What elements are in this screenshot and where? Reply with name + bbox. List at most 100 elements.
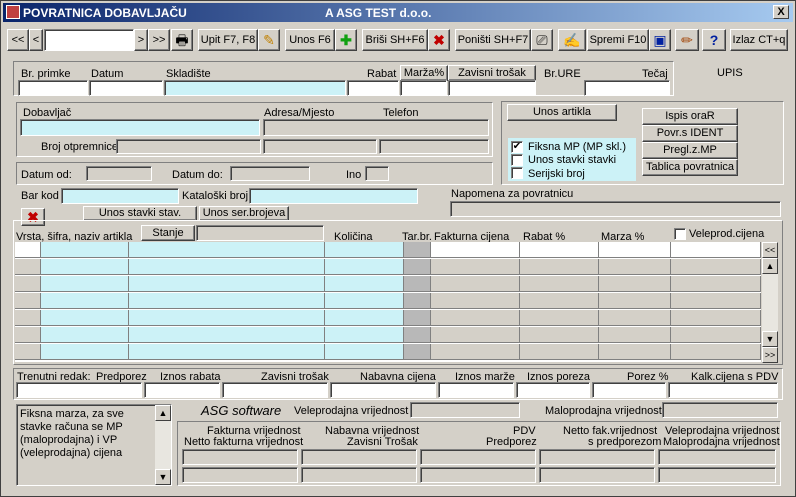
grid-header-veleprod: Veleprod.cijena bbox=[689, 228, 765, 240]
save-icon[interactable]: ▣ bbox=[649, 29, 671, 51]
ino-field[interactable] bbox=[365, 166, 389, 181]
window-title: POVRATNICA DOBAVLJAČU bbox=[23, 6, 187, 20]
unos-button[interactable]: Unos F6 bbox=[285, 29, 335, 51]
telefon-label: Telefon bbox=[383, 107, 419, 119]
datum-do-label: Datum do: bbox=[172, 169, 223, 181]
table-row[interactable] bbox=[15, 293, 761, 310]
dobavljac-label: Dobavljač bbox=[23, 107, 72, 119]
note-scroll-down[interactable]: ▼ bbox=[155, 469, 171, 485]
table-row[interactable] bbox=[15, 327, 761, 344]
upit-button[interactable]: Upit F7, F8 bbox=[198, 29, 258, 51]
datum-label: Datum bbox=[91, 68, 124, 80]
brisi-button[interactable]: Briši SH+F6 bbox=[362, 29, 428, 51]
broj-otpremnice-field[interactable] bbox=[116, 139, 261, 154]
table-row[interactable] bbox=[15, 276, 761, 293]
dobavljac-field[interactable] bbox=[20, 119, 260, 136]
trenutni-field bbox=[16, 382, 142, 398]
br-ure-label: Br.URE bbox=[544, 68, 581, 80]
first-record-button[interactable]: << bbox=[7, 29, 29, 51]
close-button[interactable]: X bbox=[773, 5, 789, 19]
ispis-oraR-button[interactable]: Ispis oraR bbox=[642, 108, 738, 125]
adresa-field bbox=[263, 119, 489, 136]
povr-ident-button[interactable]: Povr.s IDENT bbox=[642, 125, 738, 142]
items-grid bbox=[15, 242, 761, 362]
scroll-top-button[interactable]: << bbox=[762, 242, 778, 258]
fiksna-mp-checkbox[interactable]: ✔ bbox=[511, 141, 523, 153]
edit-icon[interactable]: ✍ bbox=[558, 29, 586, 51]
tablica-button[interactable]: Tablica povratnica bbox=[642, 159, 738, 176]
table-row[interactable] bbox=[15, 310, 761, 327]
rabat-field[interactable] bbox=[347, 80, 399, 96]
query-icon[interactable]: ✎ bbox=[258, 29, 280, 51]
pencil-icon[interactable]: ✏ bbox=[675, 29, 699, 51]
company-name: A ASG TEST d.o.o. bbox=[325, 6, 432, 20]
note-text: Fiksna marza, za sve stavke računa se MP… bbox=[20, 408, 124, 459]
add-icon[interactable]: ✚ bbox=[335, 29, 357, 51]
stanje-button[interactable]: Stanje bbox=[141, 225, 195, 241]
scroll-down-button[interactable]: ▼ bbox=[762, 331, 778, 347]
last-record-button[interactable]: >> bbox=[148, 29, 170, 51]
record-position-field[interactable] bbox=[44, 29, 134, 51]
unos-stavki-checkbox[interactable] bbox=[511, 154, 523, 166]
netto-fakt-label: Netto fakturna vrijednost bbox=[184, 436, 304, 448]
mjesto-field bbox=[263, 139, 377, 154]
prev-record-button[interactable]: < bbox=[29, 29, 43, 51]
table-row[interactable] bbox=[15, 259, 761, 276]
ino-label: Ino bbox=[346, 169, 362, 181]
delete-icon[interactable]: ✖ bbox=[428, 29, 450, 51]
next-record-button[interactable]: > bbox=[134, 29, 148, 51]
katalog-field[interactable] bbox=[249, 188, 418, 204]
datum-do-field[interactable] bbox=[230, 166, 310, 181]
predporez-vr-label: Predporez bbox=[486, 436, 537, 448]
upis-label: UPIS bbox=[717, 67, 743, 79]
predporez-vr-field bbox=[420, 467, 536, 483]
zavisni-vr-label: Zavisni Trošak bbox=[347, 436, 418, 448]
scroll-up-button[interactable]: ▲ bbox=[762, 258, 778, 274]
marza-field[interactable] bbox=[400, 80, 447, 96]
fakturna-field bbox=[182, 449, 298, 465]
stanje-field bbox=[196, 225, 324, 241]
note-scroll-up[interactable]: ▲ bbox=[155, 405, 171, 421]
unos-stavki-label: Unos stavki stavki bbox=[528, 154, 617, 166]
nabavna-vr-field bbox=[301, 449, 417, 465]
veleprodajna-label: Veleprodajna vrijednost bbox=[294, 405, 409, 417]
pdv-field bbox=[420, 449, 536, 465]
marza-button[interactable]: Marža% bbox=[400, 65, 448, 81]
iznos-poreza-field bbox=[516, 382, 590, 398]
bar-kod-label: Bar kod bbox=[21, 190, 59, 202]
izlaz-button[interactable]: Izlaz CT+q bbox=[730, 29, 788, 51]
adresa-label: Adresa/Mjesto bbox=[264, 107, 335, 119]
serijski-label: Serijski broj bbox=[528, 168, 585, 180]
table-row[interactable] bbox=[15, 242, 761, 259]
unos-artikla-button[interactable]: Unos artikla bbox=[507, 104, 617, 121]
tecaj-field[interactable] bbox=[584, 80, 670, 96]
table-row[interactable] bbox=[15, 344, 761, 361]
bar-kod-field[interactable] bbox=[61, 188, 179, 204]
spremi-button[interactable]: Spremi F10 bbox=[587, 29, 649, 51]
s-predporezom-label: s predporezom bbox=[588, 436, 662, 448]
pregl-mp-button[interactable]: Pregl.z.MP bbox=[642, 142, 738, 159]
unos-ser-brojeva-button[interactable]: Unos ser.brojeva bbox=[199, 206, 289, 221]
datum-od-field[interactable] bbox=[86, 166, 152, 181]
print-icon[interactable]: 🖶 bbox=[171, 29, 193, 51]
datum-field[interactable] bbox=[89, 80, 163, 96]
help-icon[interactable]: ? bbox=[702, 29, 726, 51]
s-predporezom-field bbox=[539, 467, 655, 483]
napomena-label: Napomena za povratnicu bbox=[451, 188, 574, 200]
serijski-checkbox[interactable] bbox=[511, 167, 523, 179]
skladiste-field[interactable] bbox=[164, 80, 346, 96]
netto-fakt-field bbox=[182, 467, 298, 483]
app-icon bbox=[6, 5, 20, 19]
scroll-bottom-button[interactable]: >> bbox=[762, 347, 778, 363]
napomena-field[interactable] bbox=[450, 201, 781, 217]
br-primke-label: Br. primke bbox=[21, 68, 71, 80]
ponisti-button[interactable]: Poništi SH+F7 bbox=[455, 29, 531, 51]
tecaj-label: Tečaj bbox=[642, 68, 668, 80]
main-window: POVRATNICA DOBAVLJAČU A ASG TEST d.o.o. … bbox=[0, 0, 796, 497]
unos-stavki-stav-button[interactable]: Unos stavki stav. bbox=[83, 206, 197, 221]
veleprod-checkbox[interactable] bbox=[674, 228, 686, 240]
zavisni-trosak-field[interactable] bbox=[448, 80, 536, 96]
cancel-icon[interactable]: ⎚ bbox=[531, 29, 553, 51]
zavisni-trosak-button[interactable]: Zavisni trošak bbox=[448, 65, 536, 81]
br-primke-field[interactable] bbox=[18, 80, 88, 96]
